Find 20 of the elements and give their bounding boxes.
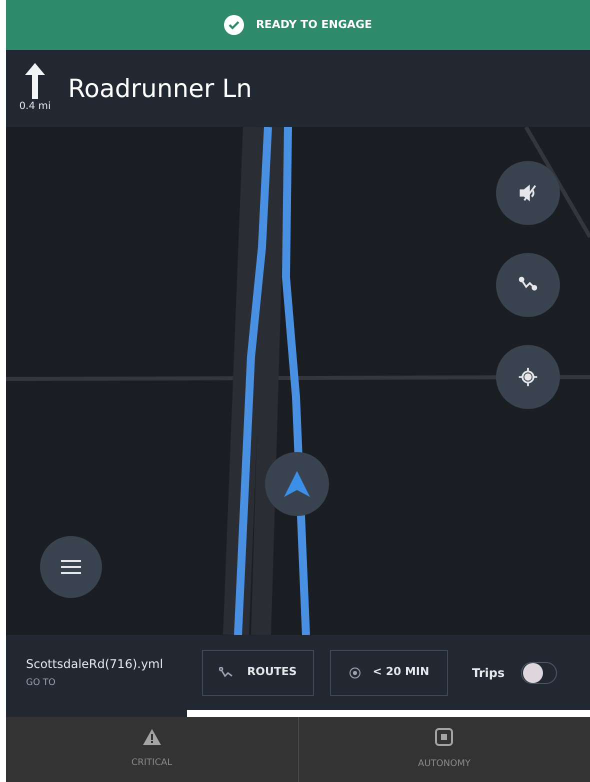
navigation-arrow-icon — [284, 471, 310, 497]
radio-dot-icon — [348, 666, 361, 678]
route-file-name: ScottsdaleRd(716).yml — [26, 656, 164, 673]
muted-speaker-icon — [517, 182, 539, 204]
menu-icon — [61, 560, 81, 574]
goto-label: GO TO — [26, 676, 57, 690]
street-name: Roadrunner Ln — [68, 72, 252, 105]
status-text: READY TO ENGAGE — [256, 16, 372, 33]
time-filter-button[interactable]: < 20 MIN — [330, 650, 448, 696]
trips-toggle[interactable] — [520, 662, 557, 684]
bottom-tab[interactable]: CRITICAL — [6, 717, 298, 782]
distance-text: 0.4 mi — [19, 100, 51, 114]
warning-icon — [142, 728, 161, 745]
bottom-tab[interactable]: AUTONOMY — [298, 717, 590, 782]
square-icon — [435, 728, 454, 746]
straight-arrow-icon — [25, 63, 45, 99]
trips-label: Trips — [472, 664, 505, 682]
check-circle-icon — [224, 15, 244, 35]
routes-button[interactable]: ROUTES — [202, 650, 314, 696]
locate-icon — [517, 366, 539, 388]
